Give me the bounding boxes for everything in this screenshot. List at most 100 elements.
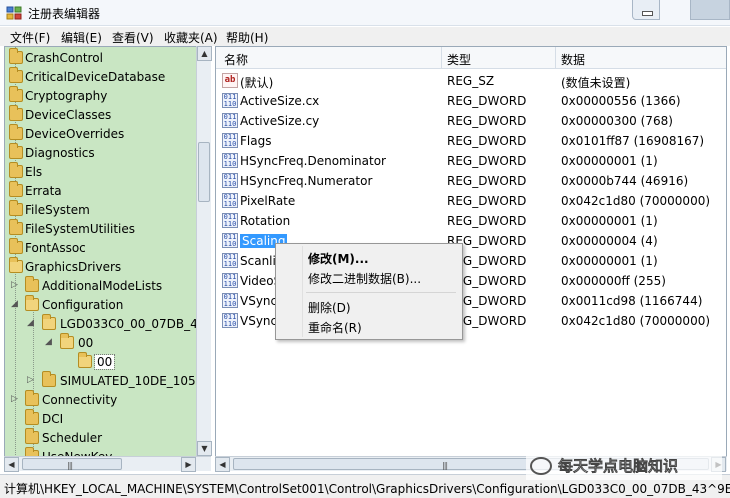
scroll-left-arrow-icon[interactable]: ◀ — [4, 457, 19, 472]
menu-favorites[interactable]: 收藏夹(A) — [164, 29, 218, 46]
value-name: HSyncFreq.Denominator — [240, 154, 386, 168]
value-data: 0x00000004 (4) — [561, 234, 658, 248]
scroll-down-arrow-icon[interactable]: ▼ — [197, 441, 212, 456]
watermark-text: 每天学点电脑知识 — [557, 457, 679, 476]
tree-item-label: Connectivity — [42, 393, 118, 407]
folder-icon — [9, 67, 23, 83]
menu-item-modify-binary[interactable]: 修改二进制数据(B)... — [278, 267, 460, 287]
expand-arrow-icon[interactable]: ▷ — [11, 394, 18, 404]
registry-key-tree[interactable]: CrashControl CriticalDeviceDatabase Cryp… — [4, 46, 211, 471]
column-divider[interactable] — [441, 47, 442, 69]
scroll-right-arrow-icon[interactable]: ▶ — [181, 457, 196, 472]
expand-arrow-icon[interactable]: ▷ — [11, 280, 18, 290]
menu-item-rename[interactable]: 重命名(R) — [278, 316, 460, 336]
tree-item-label: Cryptography — [25, 89, 108, 103]
binary-value-icon: 011 110 — [222, 293, 238, 308]
folder-open-icon — [60, 333, 74, 349]
tree-item-label: LGD033C0_00_07DB_43^ — [60, 317, 211, 331]
window-title: 注册表编辑器 — [28, 7, 101, 21]
scroll-up-arrow-icon[interactable]: ▲ — [197, 46, 212, 61]
tree-item-label: SIMULATED_10DE_1058_ — [60, 374, 210, 388]
table-row[interactable]: 011 110 HSyncFreq.Numerator REG_DWORD 0x… — [216, 171, 726, 191]
folder-icon — [9, 86, 23, 102]
table-row[interactable]: 011 110 HSyncFreq.Denominator REG_DWORD … — [216, 151, 726, 171]
watermark: 每天学点电脑知识 — [526, 454, 722, 480]
value-type: REG_DWORD — [447, 154, 527, 168]
menu-item-delete[interactable]: 删除(D) — [278, 296, 460, 316]
minimize-button[interactable] — [632, 0, 660, 20]
folder-icon — [9, 181, 23, 197]
table-row[interactable]: 011 110 PixelRate REG_DWORD 0x042c1d80 (… — [216, 191, 726, 211]
tree-item-label: CrashControl — [25, 51, 103, 65]
table-row[interactable]: ab (默认) REG_SZ (数值未设置) — [216, 71, 726, 91]
folder-icon — [25, 390, 39, 406]
status-path: 计算机\HKEY_LOCAL_MACHINE\SYSTEM\ControlSet… — [4, 482, 730, 496]
menu-view[interactable]: 查看(V) — [112, 29, 154, 46]
value-data: 0x00000300 (768) — [561, 114, 673, 128]
folder-open-icon — [42, 314, 56, 330]
value-type: REG_SZ — [447, 74, 495, 88]
binary-value-icon: 011 110 — [222, 193, 238, 208]
scrollbar-thumb[interactable] — [198, 142, 210, 202]
scroll-left-arrow-icon[interactable]: ◀ — [215, 457, 230, 472]
menu-item-modify[interactable]: 修改(M)... — [278, 247, 460, 267]
menu-item-label: 修改(M)... — [308, 252, 369, 266]
column-divider[interactable] — [555, 47, 556, 69]
list-header: 名称 类型 数据 — [216, 47, 726, 69]
folder-icon — [9, 238, 23, 254]
folder-icon — [9, 105, 23, 121]
tree-vertical-scrollbar[interactable]: ▲ ▼ — [196, 46, 212, 456]
table-row[interactable]: 011 110 ActiveSize.cx REG_DWORD 0x000005… — [216, 91, 726, 111]
menu-help[interactable]: 帮助(H) — [226, 29, 268, 46]
menu-item-label: 重命名(R) — [308, 321, 362, 335]
value-type: REG_DWORD — [447, 214, 527, 228]
binary-value-icon: 011 110 — [222, 213, 238, 228]
table-row[interactable]: 011 110 Flags REG_DWORD 0x0101ff87 (1690… — [216, 131, 726, 151]
folder-icon — [25, 276, 39, 292]
menu-bar: 文件(F) 编辑(E) 查看(V) 收藏夹(A) 帮助(H) — [0, 27, 730, 46]
collapse-arrow-icon[interactable]: ◢ — [27, 318, 34, 328]
value-name: (默认) — [240, 76, 274, 90]
menu-file[interactable]: 文件(F) — [10, 29, 50, 46]
regedit-icon — [6, 6, 22, 20]
tree-item-label: CriticalDeviceDatabase — [25, 70, 166, 84]
menu-edit[interactable]: 编辑(E) — [61, 29, 102, 46]
tree-item-label: GraphicsDrivers — [25, 260, 122, 274]
table-row[interactable]: 011 110 ActiveSize.cy REG_DWORD 0x000003… — [216, 111, 726, 131]
menu-item-label: 删除(D) — [308, 301, 351, 315]
binary-value-icon: 011 110 — [222, 133, 238, 148]
collapse-arrow-icon[interactable]: ◢ — [11, 299, 18, 309]
tree-item-label: 00 — [78, 336, 94, 350]
folder-icon — [9, 143, 23, 159]
column-header-name[interactable]: 名称 — [224, 51, 248, 68]
column-header-data[interactable]: 数据 — [561, 51, 585, 68]
collapse-arrow-icon[interactable]: ◢ — [45, 337, 52, 347]
value-name: Rotation — [240, 214, 291, 228]
tree-horizontal-scrollbar[interactable]: ◀ ||| ▶ — [4, 456, 211, 472]
tree-item-label: FileSystem — [25, 203, 90, 217]
expand-arrow-icon[interactable]: ▷ — [27, 375, 34, 385]
binary-value-icon: 011 110 — [222, 273, 238, 288]
grip-icon: ||| — [67, 461, 73, 470]
table-row[interactable]: 011 110 Rotation REG_DWORD 0x00000001 (1… — [216, 211, 726, 231]
folder-icon — [25, 409, 39, 425]
tree-item-label: 00 — [93, 354, 116, 370]
value-name: ActiveSize.cx — [240, 94, 320, 108]
folder-open-icon — [78, 352, 92, 368]
value-data: 0x0000b744 (46916) — [561, 174, 689, 188]
binary-value-icon: 011 110 — [222, 173, 238, 188]
value-data: (数值未设置) — [561, 76, 631, 90]
binary-value-icon: 011 110 — [222, 313, 238, 328]
value-type: REG_DWORD — [447, 194, 527, 208]
column-header-type[interactable]: 类型 — [447, 51, 471, 68]
scrollbar-thumb[interactable]: ||| — [22, 458, 122, 470]
binary-value-icon: 011 110 — [222, 253, 238, 268]
folder-icon — [25, 428, 39, 444]
tree-item-label: Scheduler — [42, 431, 103, 445]
value-type: REG_DWORD — [447, 94, 527, 108]
tree-item-label: DeviceClasses — [25, 108, 112, 122]
binary-value-icon: 011 110 — [222, 93, 238, 108]
close-button[interactable] — [690, 0, 730, 20]
string-value-icon: ab — [222, 73, 238, 88]
value-type: REG_DWORD — [447, 134, 527, 148]
